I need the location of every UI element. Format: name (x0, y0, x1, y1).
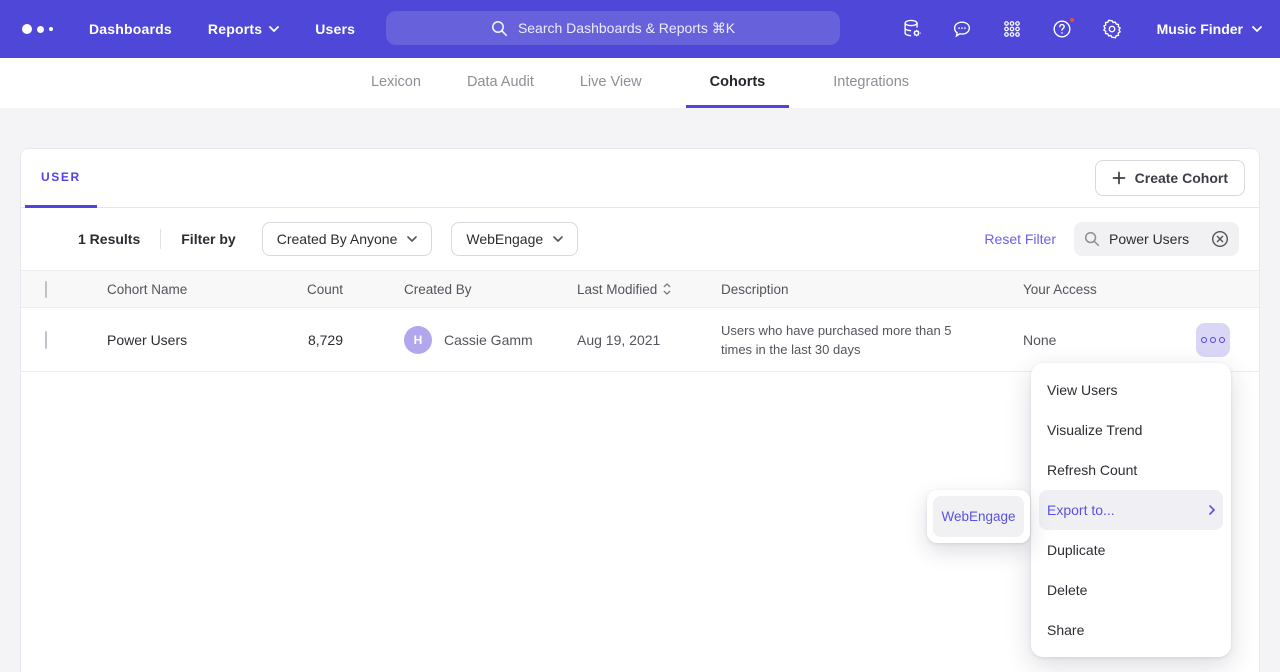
last-modified-cell: Aug 19, 2021 (577, 332, 721, 348)
nav-dashboards[interactable]: Dashboards (89, 21, 172, 37)
header-cohort-name: Cohort Name (107, 282, 287, 297)
menu-item-share[interactable]: Share (1031, 610, 1231, 650)
row-actions-menu: View Users Visualize Trend Refresh Count… (1031, 363, 1231, 657)
chevron-down-icon (269, 26, 279, 32)
sort-icon (663, 283, 671, 295)
divider (160, 229, 161, 249)
description-cell: Users who have purchased more than 5 tim… (721, 321, 1003, 359)
global-search-placeholder: Search Dashboards & Reports ⌘K (518, 20, 735, 37)
tab-lexicon[interactable]: Lexicon (369, 58, 423, 108)
reset-filter-link[interactable]: Reset Filter (984, 231, 1056, 247)
menu-item-visualize-trend[interactable]: Visualize Trend (1031, 410, 1231, 450)
messages-icon[interactable] (951, 18, 973, 40)
plus-icon (1112, 171, 1126, 185)
project-selector[interactable]: Music Finder (1157, 21, 1262, 37)
select-all-checkbox[interactable] (45, 281, 47, 298)
chevron-down-icon (553, 236, 563, 242)
created-by-filter-value: Created By Anyone (277, 231, 398, 247)
filter-bar: 1 Results Filter by Created By Anyone We… (21, 208, 1259, 270)
data-management-icon[interactable] (901, 18, 923, 40)
submenu-item-webengage[interactable]: WebEngage (933, 496, 1024, 537)
menu-item-duplicate[interactable]: Duplicate (1031, 530, 1231, 570)
secondary-nav: Lexicon Data Audit Live View Cohorts Int… (0, 58, 1280, 108)
filter-by-label: Filter by (181, 231, 235, 247)
tab-cohorts[interactable]: Cohorts (686, 58, 790, 108)
header-your-access: Your Access (1003, 282, 1185, 297)
header-description: Description (721, 282, 1003, 297)
nav-users[interactable]: Users (315, 21, 355, 37)
header-count: Count (287, 282, 343, 297)
avatar: H (404, 326, 432, 354)
row-checkbox[interactable] (45, 331, 47, 349)
created-by-name: Cassie Gamm (444, 332, 533, 348)
menu-item-export-to[interactable]: Export to... (1039, 490, 1223, 530)
settings-icon[interactable] (1101, 18, 1123, 40)
integration-filter-value: WebEngage (466, 231, 543, 247)
results-count: 1 Results (78, 231, 140, 247)
project-name: Music Finder (1157, 21, 1243, 37)
create-cohort-label: Create Cohort (1135, 170, 1228, 186)
header-last-modified[interactable]: Last Modified (577, 282, 721, 297)
clear-search-icon[interactable] (1211, 230, 1229, 248)
top-navigation-bar: Dashboards Reports Users Search Dashboar… (0, 0, 1280, 58)
search-icon (491, 20, 508, 37)
menu-item-refresh-count[interactable]: Refresh Count (1031, 450, 1231, 490)
your-access-cell: None (1003, 332, 1185, 348)
tab-user-cohorts[interactable]: USER (25, 149, 97, 208)
cohort-search-input[interactable]: Power Users (1074, 222, 1239, 256)
mixpanel-logo[interactable] (22, 24, 53, 34)
created-by-cell: H Cassie Gamm (404, 326, 577, 354)
nav-reports[interactable]: Reports (208, 21, 279, 37)
header-last-modified-label: Last Modified (577, 282, 657, 297)
created-by-filter-dropdown[interactable]: Created By Anyone (262, 222, 433, 256)
notification-dot (1068, 16, 1076, 24)
apps-grid-icon[interactable] (1001, 18, 1023, 40)
global-search-input[interactable]: Search Dashboards & Reports ⌘K (386, 11, 840, 45)
table-header-row: Cohort Name Count Created By Last Modifi… (21, 270, 1259, 308)
search-icon (1084, 231, 1100, 247)
chevron-down-icon (1252, 26, 1262, 32)
tab-integrations[interactable]: Integrations (831, 58, 911, 108)
chevron-down-icon (407, 236, 417, 242)
header-created-by: Created By (343, 282, 577, 297)
menu-item-export-to-label: Export to... (1047, 502, 1115, 518)
menu-item-delete[interactable]: Delete (1031, 570, 1231, 610)
nav-reports-label: Reports (208, 21, 262, 37)
menu-item-view-users[interactable]: View Users (1031, 370, 1231, 410)
create-cohort-button[interactable]: Create Cohort (1095, 160, 1245, 196)
cohort-name-cell[interactable]: Power Users (107, 332, 287, 348)
cohort-count-cell: 8,729 (287, 332, 343, 348)
chevron-right-icon (1209, 505, 1215, 515)
export-submenu: WebEngage (927, 490, 1030, 543)
help-icon[interactable] (1051, 18, 1073, 40)
integration-filter-dropdown[interactable]: WebEngage (451, 222, 578, 256)
more-actions-button[interactable] (1196, 323, 1230, 357)
tab-data-audit[interactable]: Data Audit (465, 58, 536, 108)
tab-live-view[interactable]: Live View (578, 58, 644, 108)
cohort-search-value: Power Users (1109, 231, 1202, 247)
